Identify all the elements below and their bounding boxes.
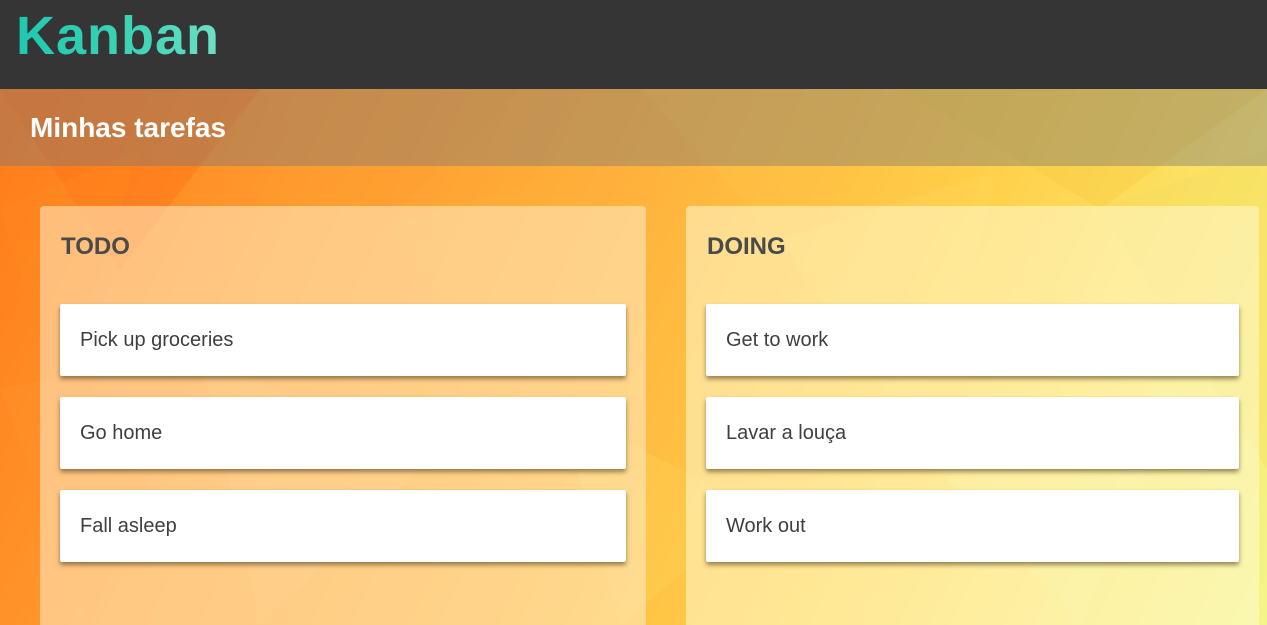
- task-card-text: Lavar a louça: [726, 422, 847, 444]
- task-card-text: Get to work: [726, 329, 829, 351]
- task-card[interactable]: Work out: [706, 490, 1239, 562]
- task-card-text: Go home: [80, 422, 163, 444]
- task-card-text: Pick up groceries: [80, 329, 234, 351]
- column-title: TODO: [61, 233, 130, 260]
- task-card[interactable]: Pick up groceries: [60, 304, 626, 376]
- app-header: Kanban: [0, 0, 1267, 89]
- task-card[interactable]: Lavar a louça: [706, 397, 1239, 469]
- task-card-text: Work out: [726, 515, 806, 537]
- task-card[interactable]: Get to work: [706, 304, 1239, 376]
- task-card[interactable]: Fall asleep: [60, 490, 626, 562]
- task-card[interactable]: Go home: [60, 397, 626, 469]
- column-todo[interactable]: TODO Pick up groceries Go home Fall asle…: [40, 206, 646, 625]
- app-logo[interactable]: Kanban: [16, 4, 220, 68]
- board-area: Minhas tarefas TODO Pick up groceries Go…: [0, 89, 1267, 625]
- task-card-text: Fall asleep: [80, 515, 177, 537]
- column-doing[interactable]: DOING Get to work Lavar a louça Work out: [686, 206, 1259, 625]
- column-title: DOING: [707, 233, 786, 260]
- board-title-bar: Minhas tarefas: [0, 89, 1267, 166]
- board-title[interactable]: Minhas tarefas: [30, 111, 226, 145]
